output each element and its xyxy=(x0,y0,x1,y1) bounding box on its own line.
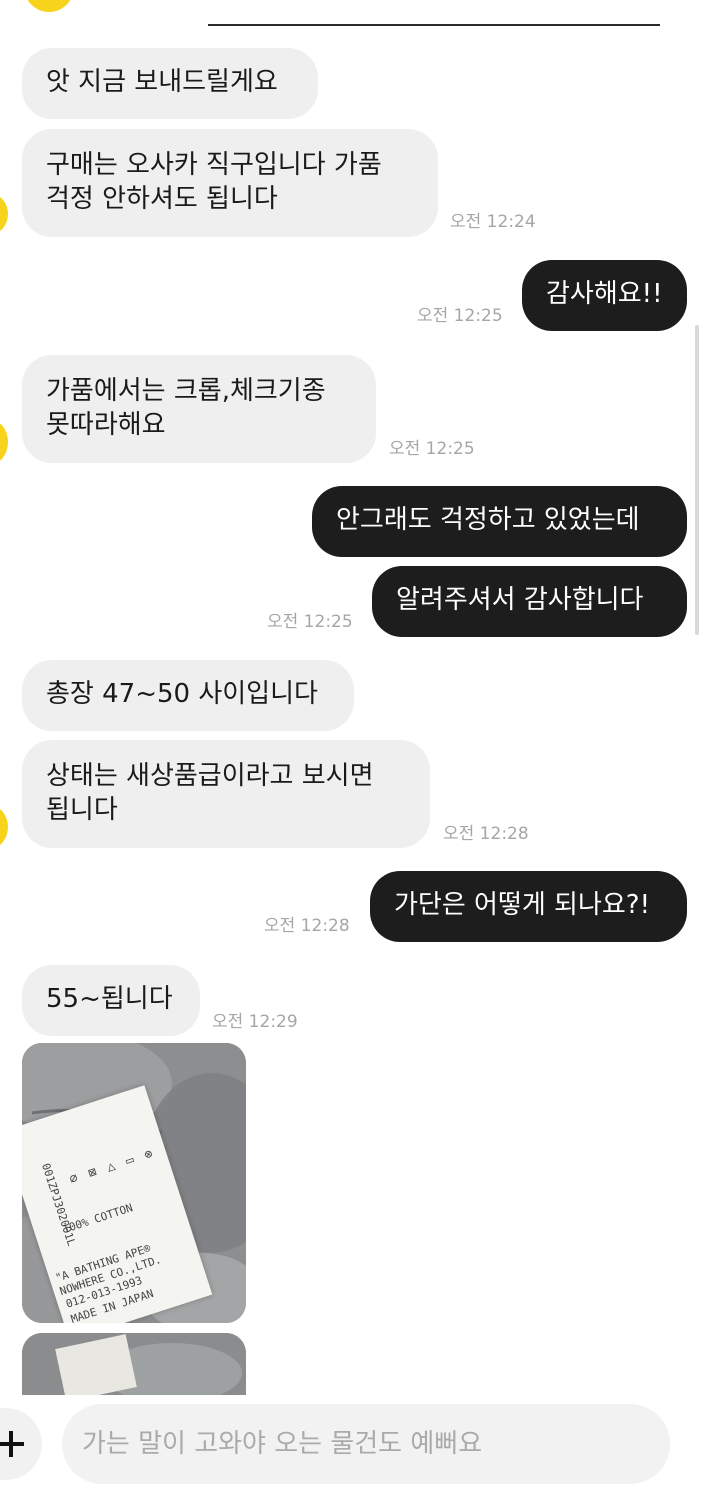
message-input[interactable] xyxy=(62,1404,670,1484)
incoming-message[interactable]: 구매는 오사카 직구입니다 가품 걱정 안하셔도 됩니다 xyxy=(22,129,438,237)
top-divider xyxy=(208,24,660,26)
message-timestamp: 오전 12:24 xyxy=(450,212,536,232)
scrollbar[interactable] xyxy=(695,325,699,635)
outgoing-message[interactable]: 감사해요!! xyxy=(522,260,687,331)
message-timestamp: 오전 12:25 xyxy=(417,306,503,326)
outgoing-message[interactable]: 가단은 어떻게 되나요?! xyxy=(370,871,687,942)
shared-photo[interactable]: 001ZPJ302001L ⌀ ⊠ △ ▭ ⊗ 100% COTTON "A B… xyxy=(22,1043,246,1323)
avatar[interactable] xyxy=(0,806,8,848)
incoming-message[interactable]: 가품에서는 크롭,체크기종 못따라해요 xyxy=(22,355,376,463)
plus-icon xyxy=(0,1431,24,1457)
outgoing-message[interactable]: 안그래도 걱정하고 있었는데 xyxy=(312,486,687,557)
incoming-message[interactable]: 상태는 새상품급이라고 보시면 됩니다 xyxy=(22,740,430,848)
incoming-message[interactable]: 앗 지금 보내드릴게요 xyxy=(22,48,318,119)
avatar[interactable] xyxy=(0,194,8,234)
care-symbols: ⌀ ⊠ △ ▭ ⊗ xyxy=(67,1145,157,1188)
message-timestamp: 오전 12:25 xyxy=(389,439,475,459)
shared-photo[interactable] xyxy=(22,1333,246,1395)
message-timestamp: 오전 12:25 xyxy=(267,612,353,632)
avatar[interactable] xyxy=(24,0,74,12)
message-timestamp: 오전 12:28 xyxy=(443,824,529,844)
tag-material: 100% COTTON xyxy=(61,1201,135,1237)
message-timestamp: 오전 12:28 xyxy=(264,916,350,936)
message-timestamp: 오전 12:29 xyxy=(212,1012,298,1032)
incoming-message[interactable]: 55~됩니다 xyxy=(22,965,200,1036)
outgoing-message[interactable]: 알려주셔서 감사합니다 xyxy=(372,566,687,637)
incoming-message[interactable]: 총장 47~50 사이입니다 xyxy=(22,660,354,731)
avatar[interactable] xyxy=(0,420,8,464)
photo-fabric-texture xyxy=(22,1333,246,1395)
